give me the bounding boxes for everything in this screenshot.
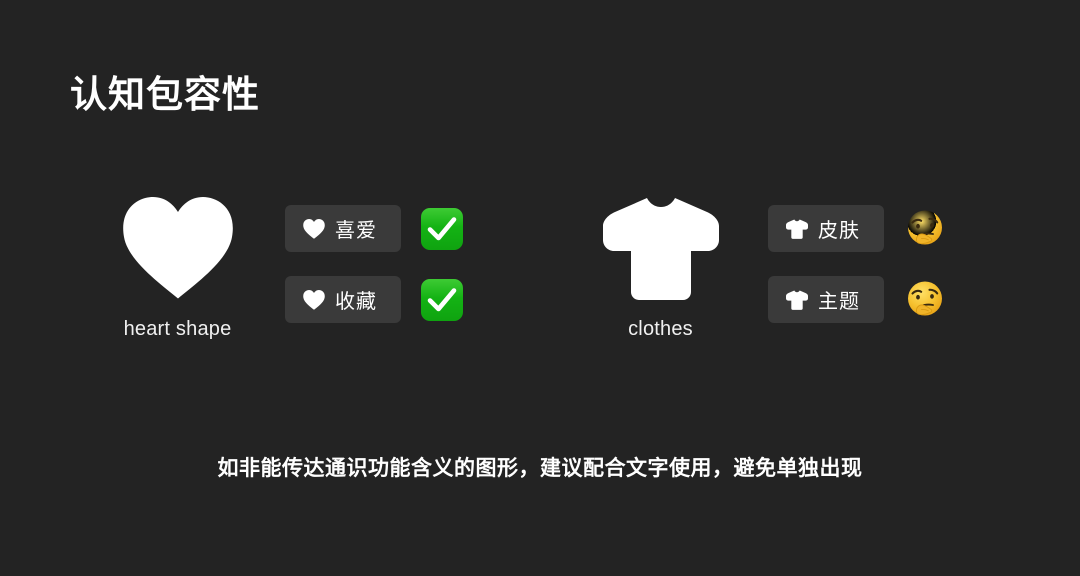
- heart-icon: [303, 218, 325, 240]
- chip-row: 收藏: [285, 276, 465, 323]
- chip-row: 主题: [768, 276, 948, 323]
- chip-button-favorite[interactable]: 喜爱: [285, 205, 401, 252]
- chip-button-theme[interactable]: 主题: [768, 276, 884, 323]
- page-title: 认知包容性: [70, 74, 260, 115]
- chip-button-skin[interactable]: 皮肤: [768, 205, 884, 252]
- glyph-caption-heart: heart shape: [123, 318, 232, 340]
- glyph-caption-clothes: clothes: [628, 318, 693, 340]
- check-mark-button-emoji: [419, 206, 465, 252]
- thinking-face-emoji: [902, 277, 948, 323]
- chip-label: 主题: [818, 291, 860, 313]
- example-group-heart: heart shape 喜爱 收藏: [100, 185, 465, 341]
- chip-label: 收藏: [335, 291, 377, 313]
- tshirt-icon: [602, 185, 719, 310]
- chip-column-clothes: 皮肤 主题: [768, 185, 948, 323]
- footer-note: 如非能传达通识功能含义的图形，建议配合文字使用，避免单独出现: [217, 457, 863, 480]
- glyph-column-heart: heart shape: [100, 185, 255, 341]
- chip-column-heart: 喜爱 收藏: [285, 185, 465, 323]
- chip-label: 喜爱: [335, 220, 377, 242]
- thinking-face-emoji: [902, 206, 948, 252]
- chip-row: 皮肤: [768, 205, 948, 252]
- slide-canvas: 认知包容性 heart shape 喜爱 收藏 clothes 皮肤 主题 如非…: [0, 0, 1080, 576]
- tshirt-icon: [786, 289, 808, 311]
- example-group-clothes: clothes 皮肤 主题: [583, 185, 948, 341]
- glyph-column-clothes: clothes: [583, 185, 738, 341]
- tshirt-icon: [786, 218, 808, 240]
- chip-label: 皮肤: [818, 220, 860, 242]
- check-mark-button-emoji: [419, 277, 465, 323]
- heart-icon: [303, 289, 325, 311]
- chip-row: 喜爱: [285, 205, 465, 252]
- chip-button-collect[interactable]: 收藏: [285, 276, 401, 323]
- heart-icon: [122, 185, 234, 310]
